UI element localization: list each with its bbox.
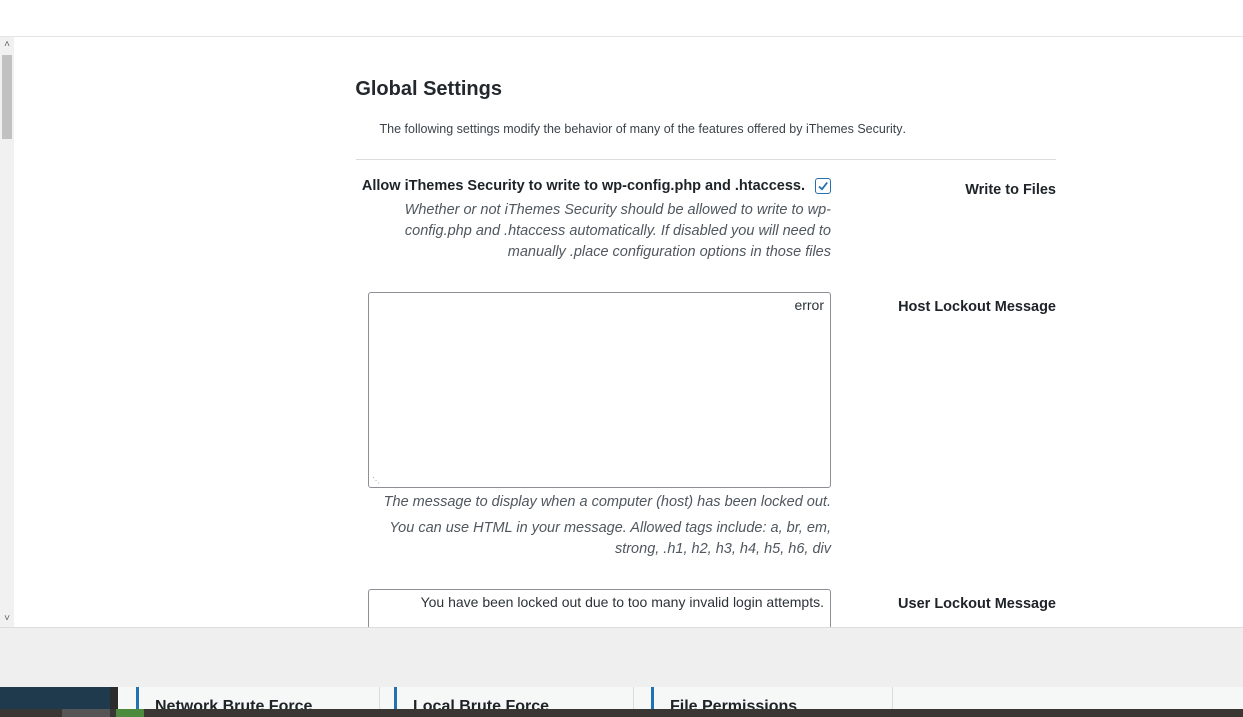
write-to-files-option[interactable]: .Allow iThemes Security to write to wp-c… [362,178,831,194]
bottom-toolbar [0,627,1243,688]
write-to-files-label: Write to Files [965,182,1056,198]
scrollbar-thumb[interactable] [2,55,12,139]
card-file-permissions[interactable]: File Permissions [651,687,893,709]
host-lockout-description: .The message to display when a computer … [383,494,831,510]
module-cards: Network Brute Force Local Brute Force Fi… [118,687,1243,709]
user-lockout-value: .You have been locked out due to too man… [420,594,824,610]
top-bar [0,0,1243,37]
band-chip [116,709,144,717]
section-description: .The following settings modify the behav… [379,122,906,136]
card-local-brute-force[interactable]: Local Brute Force [394,687,634,709]
host-lockout-textarea[interactable]: error ⋰ [368,292,831,488]
host-lockout-label: Host Lockout Message [898,299,1056,315]
settings-content: Global Settings .The following settings … [15,37,1243,627]
write-to-files-description: Whether or not iThemes Security should b… [404,202,831,260]
write-to-files-checkbox[interactable] [815,178,831,194]
band-bottom [0,709,1243,717]
vertical-scrollbar[interactable]: ˄ ˅ [0,37,14,627]
chevron-down-icon[interactable]: ˅ [0,611,14,627]
host-lockout-html-note: You can use HTML in your message. Allowe… [389,520,831,557]
chevron-up-icon[interactable]: ˄ [0,37,14,53]
user-lockout-textarea[interactable]: .You have been locked out due to too man… [368,589,831,627]
global-settings-panel: Global Settings .The following settings … [355,37,1056,627]
user-lockout-label: User Lockout Message [898,596,1056,612]
host-lockout-value: error [794,297,824,313]
band-chip [62,709,110,717]
checkmark-icon [818,181,828,191]
card-network-brute-force[interactable]: Network Brute Force [136,687,380,709]
module-cards-band: Network Brute Force Local Brute Force Fi… [0,687,1243,717]
resize-grip-icon[interactable]: ⋰ [372,477,380,485]
divider [356,159,1056,160]
write-to-files-checkbox-text: .Allow iThemes Security to write to wp-c… [361,178,805,194]
section-title: Global Settings [355,78,502,100]
